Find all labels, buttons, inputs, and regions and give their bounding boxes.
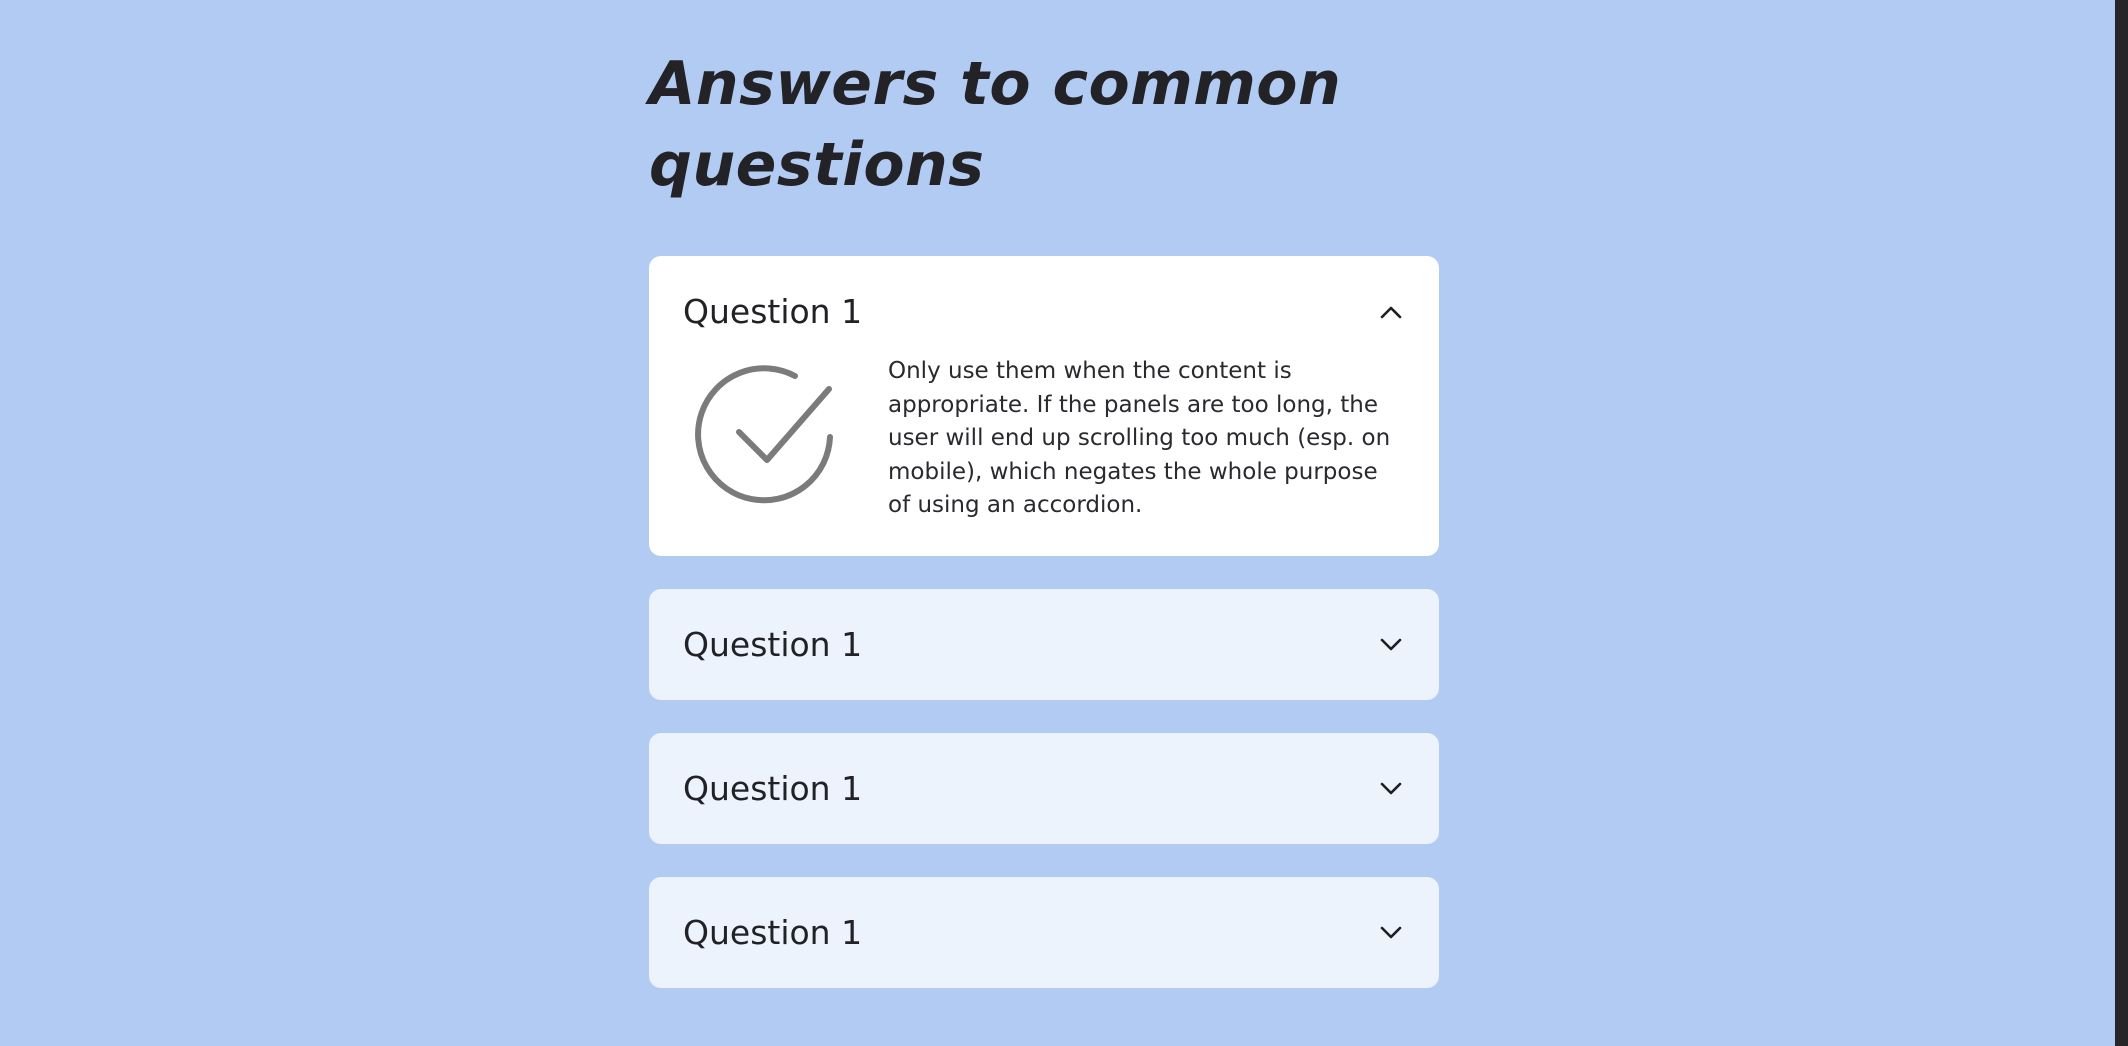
question-label: Question 1 [683, 768, 863, 808]
window-edge-bar [2115, 0, 2128, 1046]
checkmark-circle-icon [695, 365, 833, 504]
accordion-toggle[interactable]: Question 1 [649, 733, 1439, 844]
accordion-item-2: Question 1 [649, 588, 1439, 700]
chevron-down-icon[interactable] [1377, 774, 1405, 802]
accordion-toggle[interactable]: Question 1 [649, 877, 1439, 988]
chevron-up-icon[interactable] [1377, 298, 1405, 326]
faq-section: Answers to common questions Question 1 O… [649, 0, 1439, 988]
accordion-panel: Only use them when the content is approp… [649, 355, 1439, 556]
accordion-item-3: Question 1 [649, 732, 1439, 844]
chevron-down-icon[interactable] [1377, 630, 1405, 658]
accordion-item-4: Question 1 [649, 876, 1439, 988]
accordion-toggle[interactable]: Question 1 [649, 589, 1439, 700]
answer-text: Only use them when the content is approp… [888, 358, 1391, 518]
question-label: Question 1 [683, 292, 863, 331]
page-title: Answers to common questions [649, 49, 1342, 200]
question-label: Question 1 [683, 624, 863, 664]
accordion-toggle[interactable]: Question 1 [649, 256, 1439, 367]
chevron-down-icon[interactable] [1377, 918, 1405, 946]
accordion-item-1: Question 1 Only use them when the conten… [649, 256, 1439, 556]
question-label: Question 1 [683, 912, 863, 952]
